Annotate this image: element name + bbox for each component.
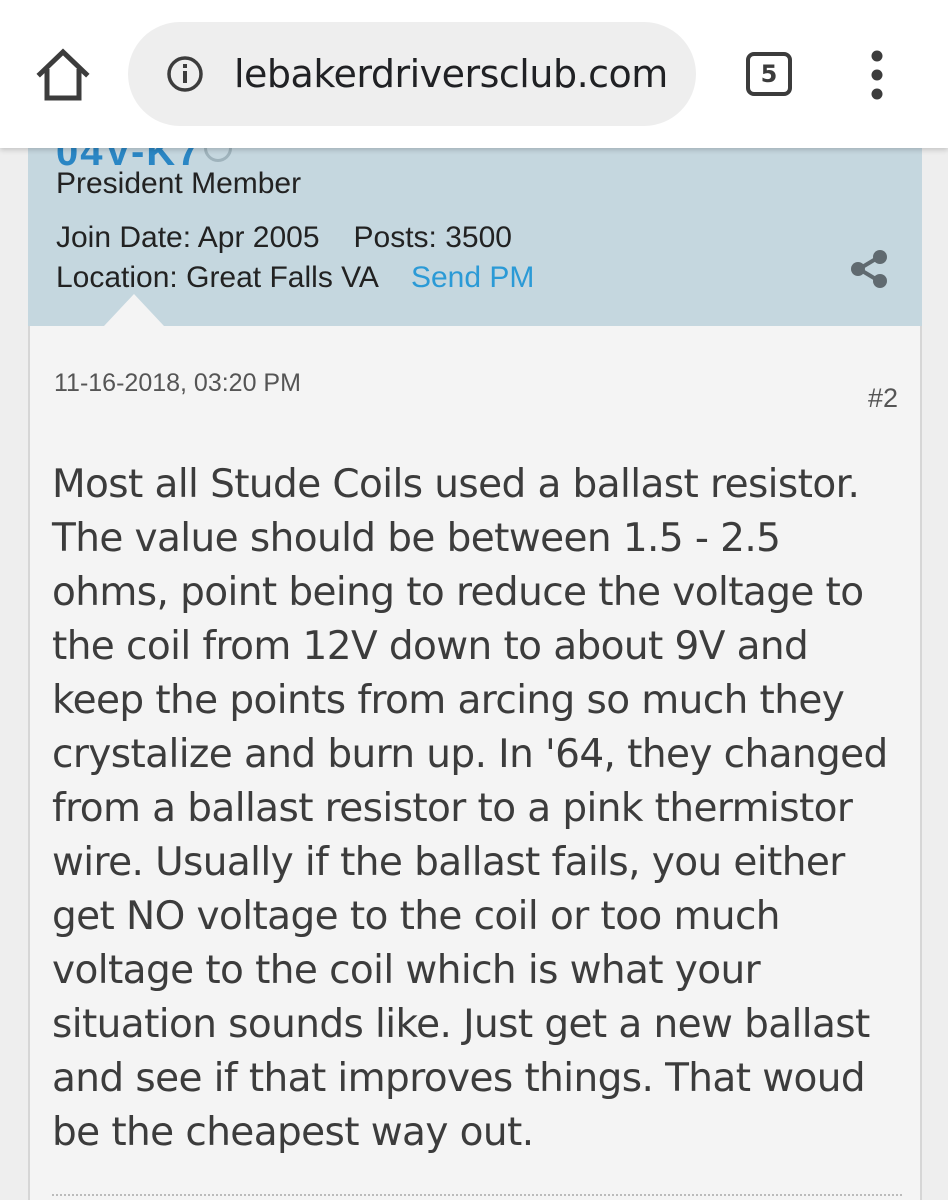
post-divider — [52, 1194, 902, 1196]
share-icon[interactable] — [848, 248, 890, 290]
location-value: Great Falls VA — [186, 261, 379, 294]
post-date: 11-16-2018, 03:20 PM — [54, 369, 301, 397]
posts-label: Posts: — [353, 221, 437, 254]
post-pointer — [104, 294, 164, 326]
post-message: Most all Stude Coils used a ballast resi… — [52, 462, 888, 1155]
send-pm-link[interactable]: Send PM — [411, 261, 534, 294]
url-text[interactable]: lebakerdriversclub.com — [234, 50, 668, 98]
posts-value: 3500 — [445, 221, 512, 254]
join-date-label: Join Date: — [56, 221, 192, 254]
post-number-link[interactable]: #2 — [868, 382, 898, 414]
home-icon[interactable] — [34, 44, 92, 104]
user-title: President Member — [56, 167, 302, 200]
post-body: 11-16-2018, 03:20 PM #2 Most all Stude C… — [28, 326, 922, 1200]
user-stats: Join Date: Apr 2005 Posts: 3500 — [56, 220, 512, 256]
tab-switcher-button[interactable]: 5 — [746, 52, 792, 96]
page: 11-16-2018, 03:20 PM #2 Most all Stude C… — [0, 0, 948, 1200]
user-location: Location: Great Falls VA Send PM — [56, 260, 534, 296]
location-label: Location: — [56, 261, 178, 294]
browser-toolbar: lebakerdriversclub.com 5 — [0, 0, 948, 148]
address-bar[interactable]: lebakerdriversclub.com — [128, 22, 696, 126]
more-menu-icon[interactable] — [860, 48, 894, 102]
info-icon[interactable] — [166, 55, 204, 93]
join-date-value: Apr 2005 — [197, 221, 320, 254]
